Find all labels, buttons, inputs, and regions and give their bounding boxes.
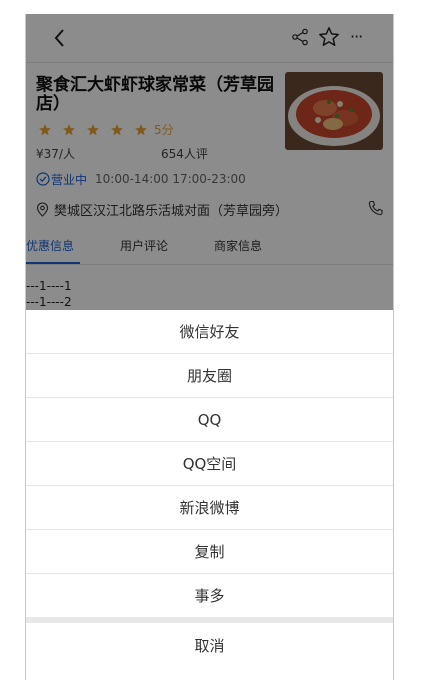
share-option-qq[interactable]: QQ: [26, 398, 393, 442]
share-option-weibo[interactable]: 新浪微博: [26, 486, 393, 530]
share-option-copy[interactable]: 复制: [26, 530, 393, 574]
phone-screen: ··· 聚食汇大虾虾球家常菜（芳草园店） 5分 ¥37/人 654人评 营业中 …: [25, 14, 394, 680]
share-option-wechat-friends[interactable]: 微信好友: [26, 310, 393, 354]
share-option-qzone[interactable]: QQ空间: [26, 442, 393, 486]
share-option-more[interactable]: 事多: [26, 574, 393, 618]
modal-overlay[interactable]: [26, 14, 393, 310]
cancel-button[interactable]: 取消: [26, 623, 393, 667]
share-option-moments[interactable]: 朋友圈: [26, 354, 393, 398]
share-action-sheet: 微信好友 朋友圈 QQ QQ空间 新浪微博 复制 事多 取消: [26, 310, 393, 680]
